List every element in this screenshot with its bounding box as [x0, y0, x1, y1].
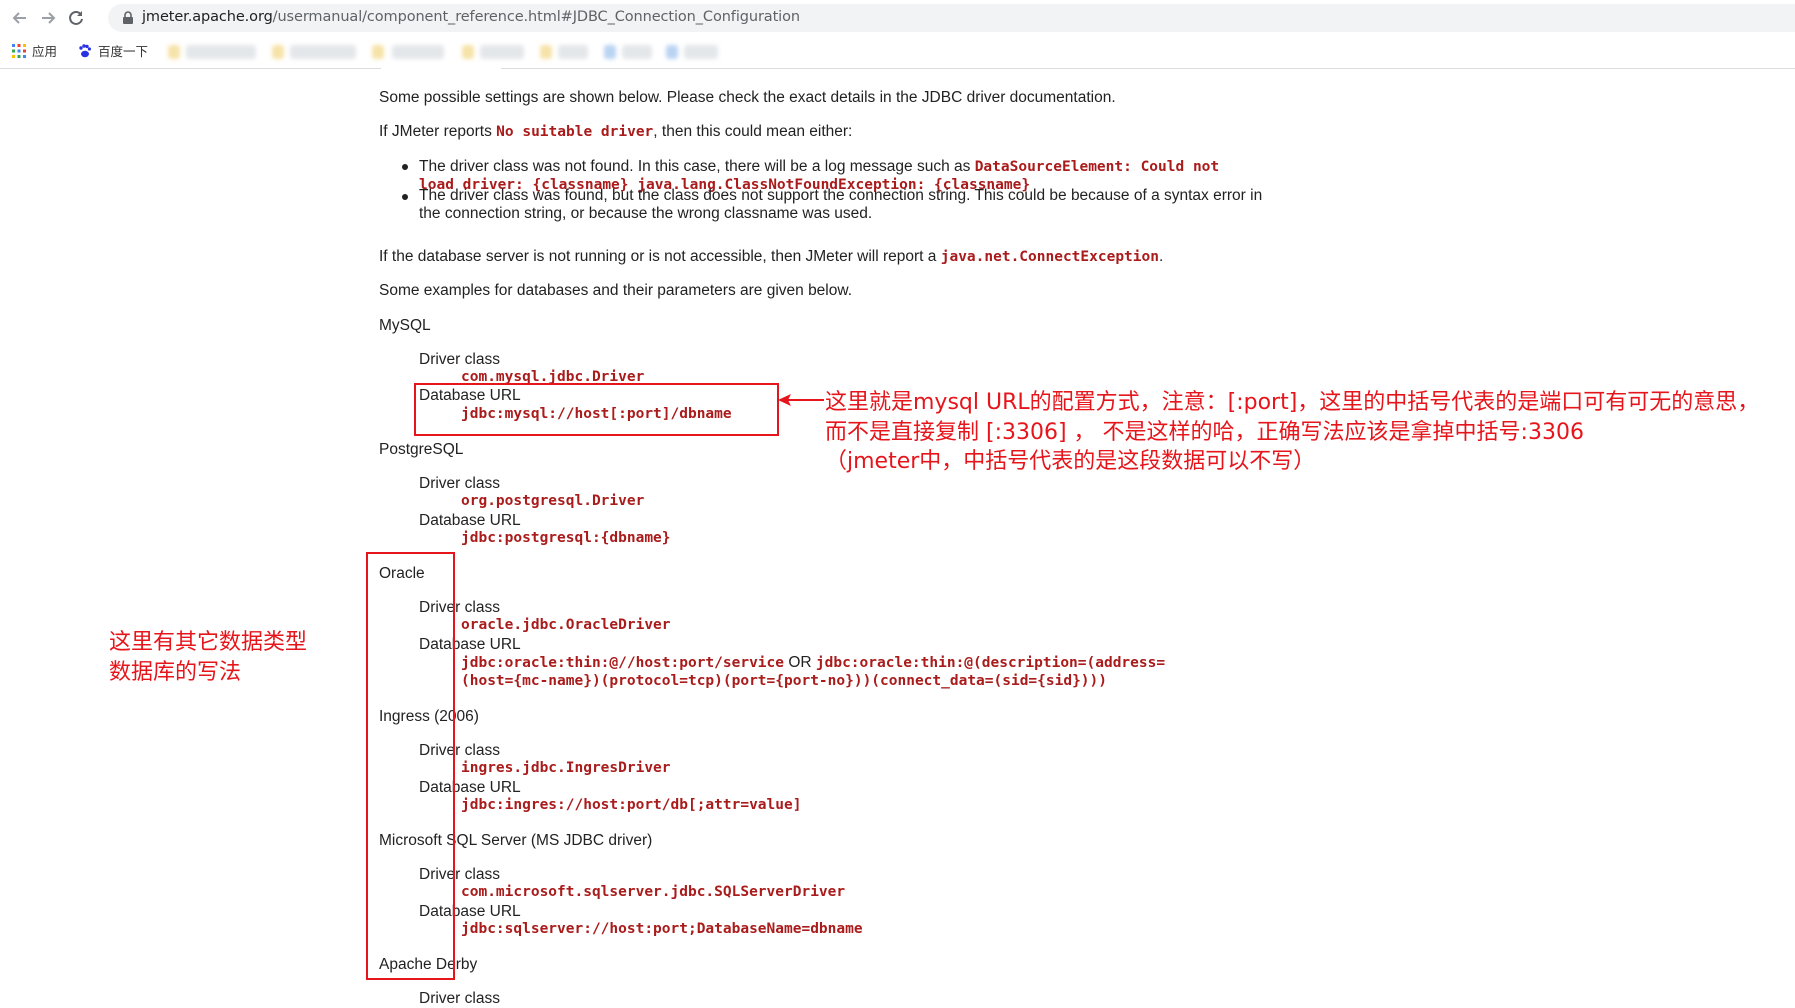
mysql-note-line2: 而不是直接复制 [:3306] ， 不是这样的哈，正确写法应该是拿掉中括号:33… [825, 420, 1584, 445]
postgresql-driver: org.postgresql.Driver [461, 493, 645, 509]
blurred-bookmark[interactable] [186, 45, 256, 59]
blurred-bookmark[interactable] [290, 45, 356, 59]
url-host: jmeter.apache.org [142, 9, 273, 25]
no-driver-prefix: If JMeter reports [379, 123, 497, 140]
db-name-mysql: MySQL [379, 317, 431, 334]
back-arrow-icon[interactable] [10, 8, 30, 28]
bullet-dot [402, 194, 408, 200]
bullet2-line1: The driver class was found, but the clas… [419, 187, 1263, 204]
driver-class-label: Driver class [419, 990, 500, 1007]
oracle-url-b-line1: jdbc:oracle:thin:@(description=(address= [815, 655, 1166, 671]
db-name-postgresql: PostgreSQL [379, 441, 464, 458]
blurred-bookmark[interactable] [684, 45, 718, 59]
no-driver-suffix: , then this could mean either: [653, 123, 853, 140]
blurred-bookmark[interactable] [558, 45, 588, 59]
url-path: /usermanual/component_reference.html#JDB… [272, 9, 800, 25]
mysql-note-line1: 这里就是mysql URL的配置方式，注意：[:port]，这里的中括号代表的是… [825, 390, 1760, 415]
postgresql-url: jdbc:postgresql:{dbname} [461, 530, 671, 546]
browser-toolbar: jmeter.apache.org/usermanual/component_r… [0, 0, 1795, 36]
blurred-bookmark[interactable] [480, 45, 524, 59]
no-driver-code: No suitable driver [496, 124, 654, 140]
bullet1-line1: The driver class was not found. In this … [419, 157, 1219, 177]
other-db-note-line2: 数据库的写法 [109, 660, 242, 685]
blurred-bookmark-icon [272, 45, 284, 59]
no-driver-paragraph: If JMeter reports No suitable driver, th… [379, 122, 852, 142]
apps-grid-icon [12, 44, 26, 58]
page-content: Some possible settings are shown below. … [0, 65, 1795, 1007]
other-db-highlight-box [366, 552, 455, 980]
arrow-left-icon [778, 394, 824, 406]
blurred-bookmark[interactable] [392, 45, 444, 59]
mssql-url: jdbc:sqlserver://host:port;DatabaseName=… [461, 921, 863, 937]
forward-arrow-icon[interactable] [38, 8, 58, 28]
not-running-paragraph: If the database server is not running or… [379, 247, 1163, 267]
baidu-paw-icon [79, 44, 91, 58]
driver-class-label: Driver class [419, 351, 500, 368]
ingress-driver: ingres.jdbc.IngresDriver [461, 760, 671, 776]
oracle-url-line1: jdbc:oracle:thin:@//host:port/service OR… [461, 653, 1165, 673]
examples-intro: Some examples for databases and their pa… [379, 282, 853, 299]
bullet1-text: The driver class was not found. In this … [419, 158, 975, 175]
bullet-dot [402, 164, 408, 170]
blurred-bookmark-icon [666, 45, 678, 59]
oracle-url-a: jdbc:oracle:thin:@//host:port/service [461, 655, 785, 671]
bullet1-code-a: DataSourceElement: Could not [974, 159, 1220, 175]
blurred-bookmark[interactable] [622, 45, 652, 59]
not-running-prefix: If the database server is not running or… [379, 248, 941, 265]
mysql-url-highlight-box [414, 383, 779, 436]
not-running-suffix: . [1158, 248, 1164, 265]
blurred-bookmark-icon [604, 45, 616, 59]
ingress-url: jdbc:ingres://host:port/db[;attr=value] [461, 797, 802, 813]
blurred-bookmark-icon [462, 45, 474, 59]
url-text[interactable]: jmeter.apache.org/usermanual/component_r… [142, 9, 800, 25]
address-bar[interactable]: jmeter.apache.org/usermanual/component_r… [108, 4, 1795, 32]
blurred-bookmark-icon [540, 45, 552, 59]
bookmark-baidu-label: 百度一下 [98, 45, 149, 59]
bullet2-line2: the connection string, or because the wr… [419, 205, 873, 222]
intro-paragraph: Some possible settings are shown below. … [379, 89, 1116, 106]
driver-class-label: Driver class [419, 475, 500, 492]
mssql-driver: com.microsoft.sqlserver.jdbc.SQLServerDr… [461, 884, 846, 900]
other-db-note-line1: 这里有其它数据类型 [109, 630, 308, 655]
mysql-note-line3: （jmeter中，中括号代表的是这段数据可以不写） [825, 449, 1316, 474]
oracle-driver: oracle.jdbc.OracleDriver [461, 617, 671, 633]
bookmark-apps[interactable]: 应用 [12, 43, 57, 61]
bookmark-apps-label: 应用 [32, 45, 58, 59]
database-url-label: Database URL [419, 512, 521, 529]
bookmark-baidu[interactable]: 百度一下 [78, 43, 148, 61]
or-label: OR [788, 654, 812, 671]
lock-icon [120, 10, 136, 26]
blurred-bookmark-icon [372, 45, 384, 59]
not-running-code: java.net.ConnectException [940, 249, 1159, 265]
bookmarks-bar: 应用 百度一下 [0, 36, 1795, 69]
oracle-url-b-line2: (host={mc-name})(protocol=tcp)(port={por… [461, 673, 1108, 689]
reload-icon[interactable] [66, 8, 86, 28]
blurred-bookmark-icon [168, 45, 180, 59]
